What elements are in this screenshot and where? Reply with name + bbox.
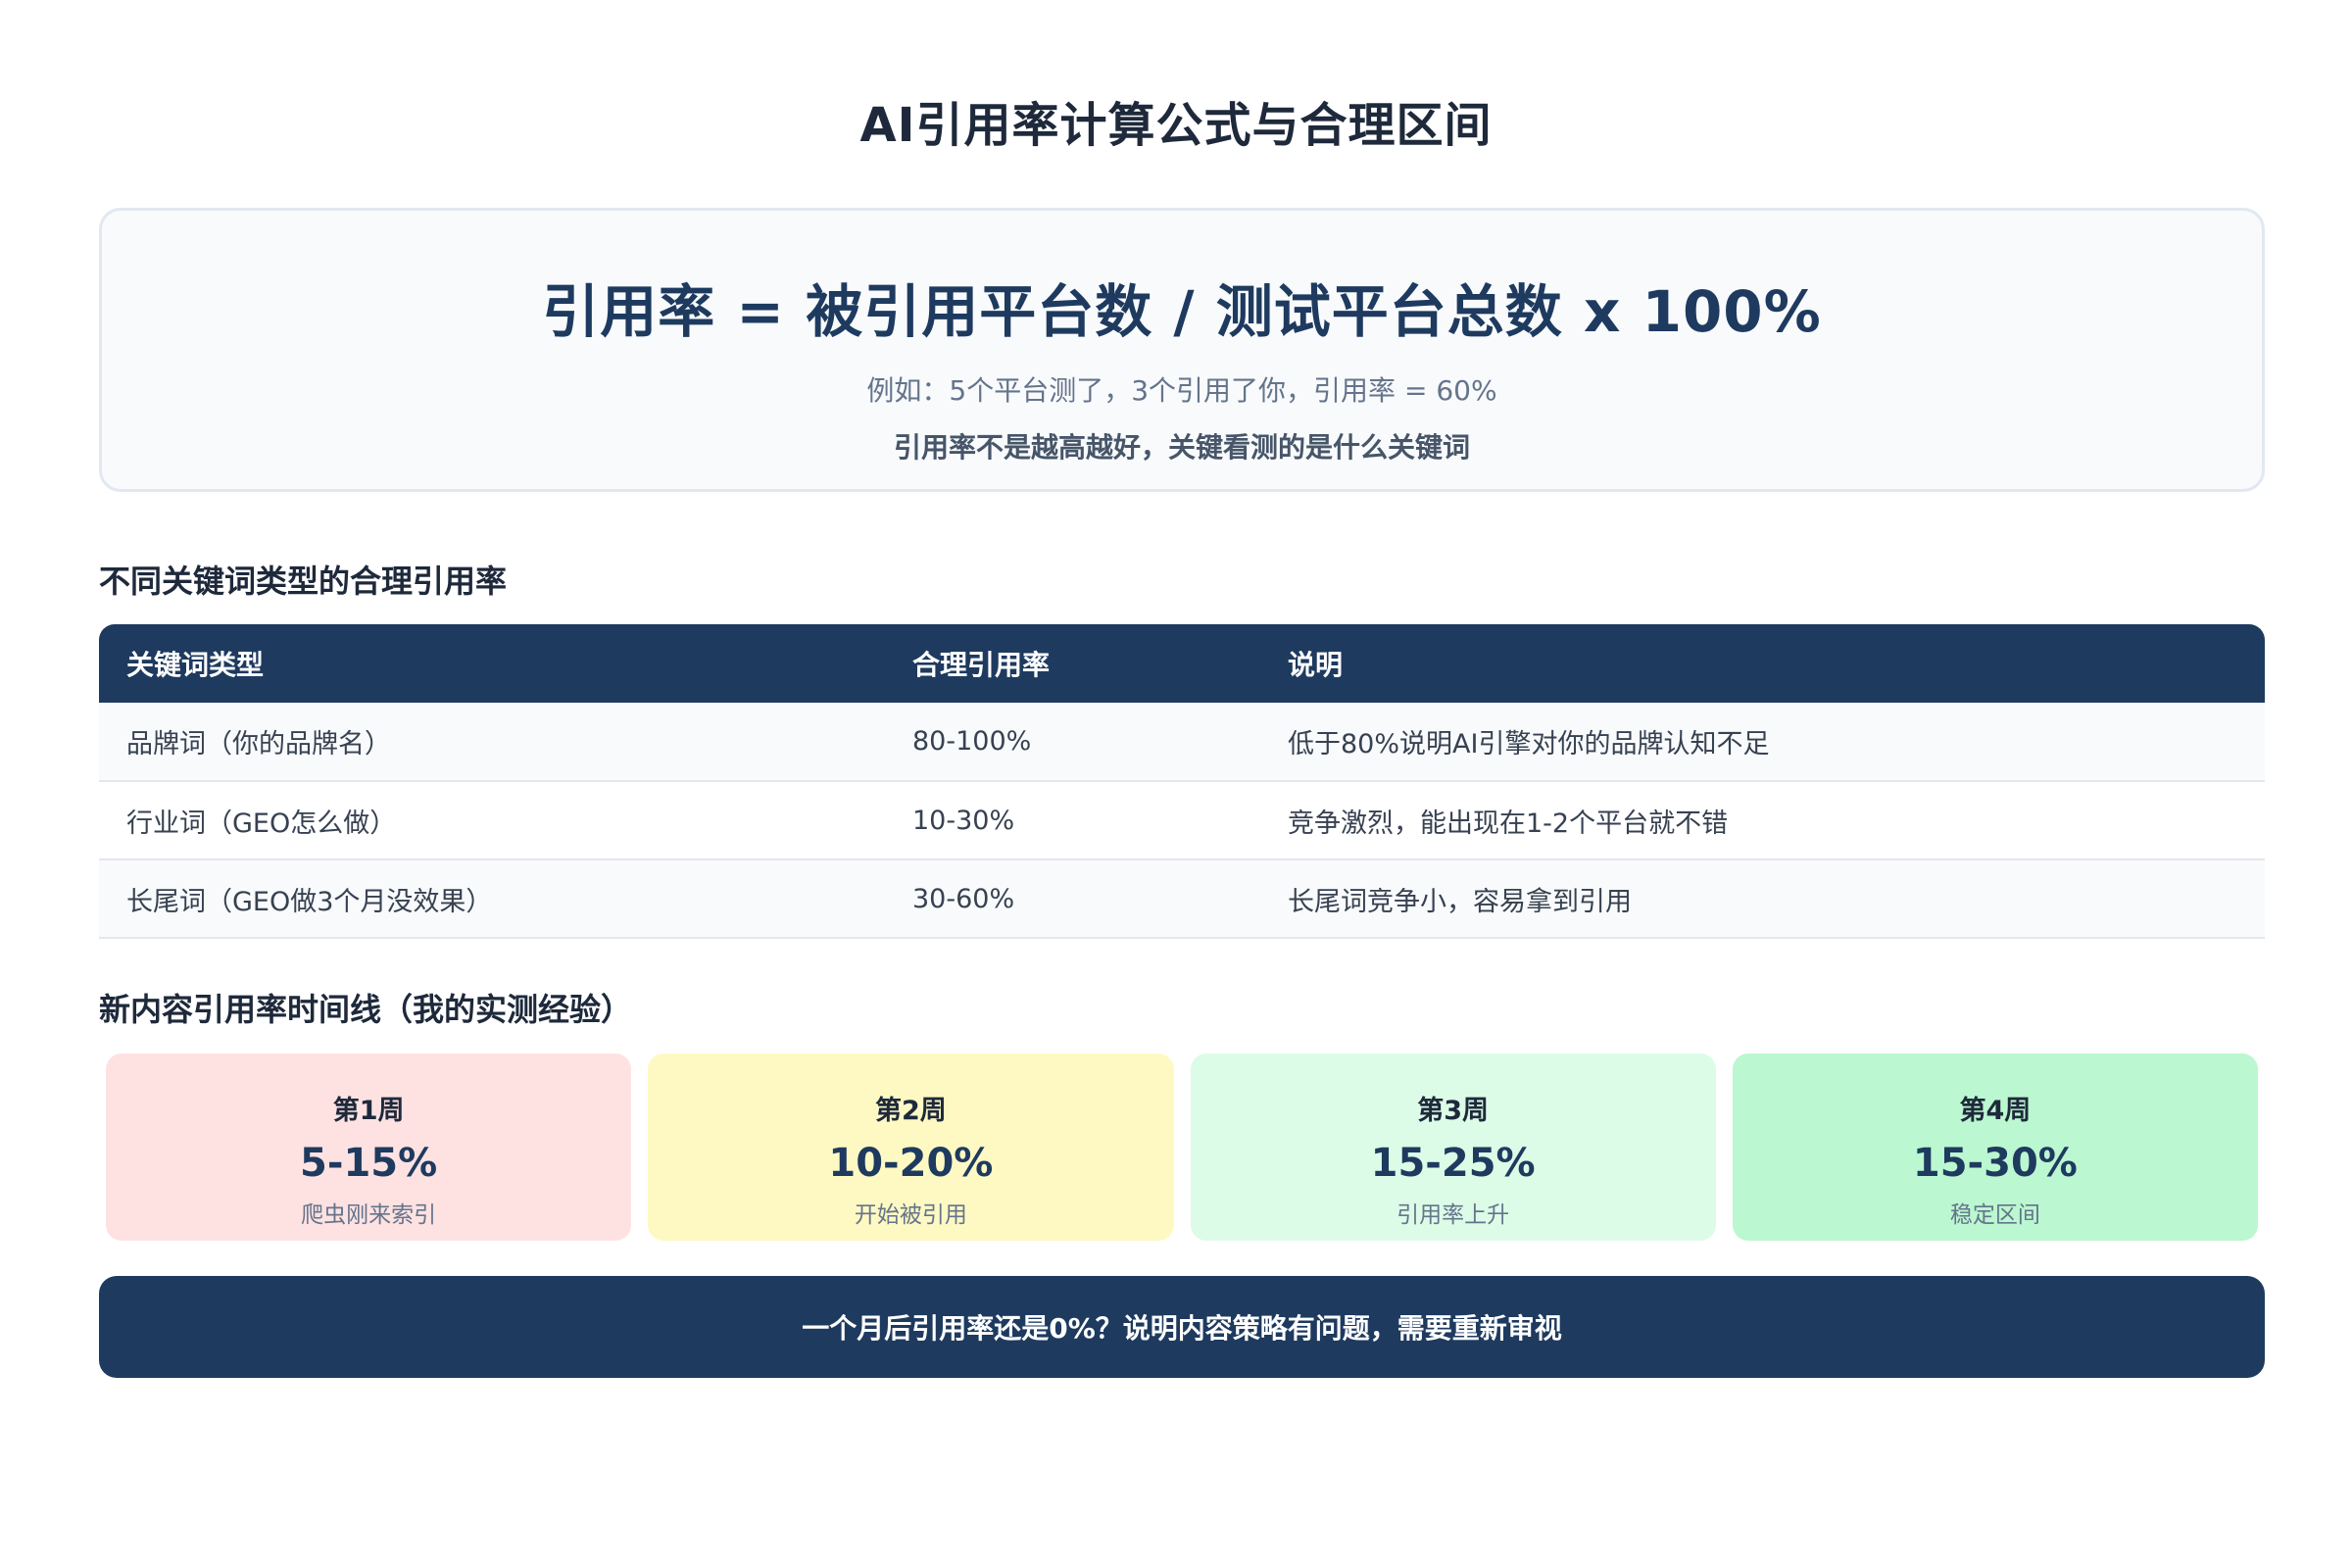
page-title: AI引用率计算公式与合理区间 <box>859 98 1493 153</box>
table-cell-description: 低于80%说明AI引擎对你的品牌认知不足 <box>1260 703 2265 782</box>
table-cell-keyword-type: 行业词（GEO怎么做） <box>99 781 885 860</box>
formula-card: 引用率 = 被引用平台数 / 测试平台总数 x 100% 例如：5个平台测了，3… <box>99 208 2265 492</box>
keyword-section-title: 不同关键词类型的合理引用率 <box>99 563 508 600</box>
week-rate: 15-25% <box>1370 1141 1536 1186</box>
week-label: 第1周 <box>332 1096 405 1126</box>
week-rate: 15-30% <box>1912 1141 2078 1186</box>
week-card-1: 第1周 5-15% 爬虫刚来索引 <box>106 1054 632 1241</box>
timeline-section-title: 新内容引用率时间线（我的实测经验） <box>99 991 633 1028</box>
table-cell-rate: 80-100% <box>885 703 1260 782</box>
formula-text: 引用率 = 被引用平台数 / 测试平台总数 x 100% <box>542 278 1822 345</box>
week-label: 第4周 <box>1959 1096 2032 1126</box>
week-label: 第2周 <box>874 1096 947 1126</box>
week-card-3: 第3周 15-25% 引用率上升 <box>1190 1054 1716 1241</box>
table-cell-rate: 10-30% <box>885 781 1260 860</box>
table-cell-rate: 30-60% <box>885 859 1260 939</box>
table-row: 品牌词（你的品牌名） 80-100% 低于80%说明AI引擎对你的品牌认知不足 <box>99 703 2265 782</box>
week-label: 第3周 <box>1417 1096 1490 1126</box>
table-row: 行业词（GEO怎么做） 10-30% 竞争激烈，能出现在1-2个平台就不错 <box>99 781 2265 860</box>
week-description: 开始被引用 <box>854 1202 967 1228</box>
formula-example: 例如：5个平台测了，3个引用了你，引用率 = 60% <box>866 374 1497 407</box>
week-card-2: 第2周 10-20% 开始被引用 <box>648 1054 1174 1241</box>
week-description: 引用率上升 <box>1396 1202 1510 1228</box>
week-card-4: 第4周 15-30% 稳定区间 <box>1732 1054 2258 1241</box>
table-cell-keyword-type: 长尾词（GEO做3个月没效果） <box>99 859 885 939</box>
week-rate: 10-20% <box>828 1141 994 1186</box>
timeline-cards: 第1周 5-15% 爬虫刚来索引 第2周 10-20% 开始被引用 第3周 15… <box>106 1054 2258 1241</box>
week-rate: 5-15% <box>300 1141 438 1186</box>
formula-note: 引用率不是越高越好，关键看测的是什么关键词 <box>893 431 1470 464</box>
table-header-description: 说明 <box>1288 649 1344 681</box>
table-header-row: 关键词类型 合理引用率 说明 <box>99 624 2265 703</box>
table-cell-description: 长尾词竞争小，容易拿到引用 <box>1260 859 2265 939</box>
table-cell-description: 竞争激烈，能出现在1-2个平台就不错 <box>1260 781 2265 860</box>
table-header-reasonable-rate: 合理引用率 <box>912 649 1051 681</box>
keyword-rate-table: 关键词类型 合理引用率 说明 品牌词（你的品牌名） 80-100% 低于80%说… <box>99 624 2265 939</box>
table-header-keyword-type: 关键词类型 <box>126 649 265 681</box>
week-description: 稳定区间 <box>1949 1202 2040 1228</box>
page: AI引用率计算公式与合理区间 引用率 = 被引用平台数 / 测试平台总数 x 1… <box>0 0 2352 1568</box>
conclusion-banner: 一个月后引用率还是0%？说明内容策略有问题，需要重新审视 <box>99 1276 2265 1378</box>
table-cell-keyword-type: 品牌词（你的品牌名） <box>99 703 885 782</box>
table-row: 长尾词（GEO做3个月没效果） 30-60% 长尾词竞争小，容易拿到引用 <box>99 859 2265 939</box>
week-description: 爬虫刚来索引 <box>301 1202 437 1228</box>
